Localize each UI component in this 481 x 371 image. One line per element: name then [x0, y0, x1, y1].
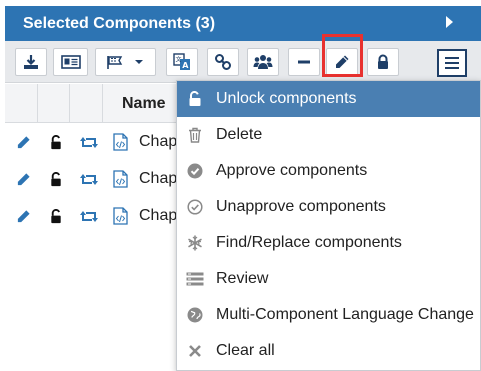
name-column-header[interactable]: Name: [122, 95, 166, 113]
users-button[interactable]: [247, 48, 279, 76]
translate-button[interactable]: A文: [166, 48, 198, 76]
retweet-icon[interactable]: [80, 209, 98, 224]
users-icon: [253, 55, 273, 69]
file-code-icon: [113, 170, 128, 188]
lock-icon: [378, 54, 388, 69]
svg-text:A: A: [182, 61, 189, 70]
check-circle-outline-icon: [186, 198, 204, 216]
toolbar: A文: [5, 41, 481, 83]
menu-item-unlock-components[interactable]: Unlock components: [177, 81, 480, 117]
pencil-icon[interactable]: [16, 172, 31, 187]
svg-text:文: 文: [176, 56, 182, 64]
translate-icon: A文: [173, 53, 190, 70]
unlock-icon[interactable]: [49, 172, 63, 187]
id-card-icon: [60, 55, 81, 69]
expand-arrow-icon[interactable]: [446, 16, 453, 28]
menu-icon: [445, 57, 459, 59]
menu-toggle-button[interactable]: [437, 49, 467, 77]
review-icon: [186, 270, 204, 288]
download-icon: [24, 55, 38, 69]
link-icon: [215, 54, 231, 70]
panel-title: Selected Components (3): [23, 15, 216, 32]
file-code-icon: [113, 207, 128, 225]
globe-icon: [186, 306, 204, 324]
menu-item-approve-components[interactable]: Approve components: [177, 153, 480, 189]
retweet-icon[interactable]: [80, 135, 98, 150]
menu-item-clear-all[interactable]: Clear all: [177, 333, 480, 369]
unlock-icon[interactable]: [49, 209, 63, 224]
menu-item-label: Review: [216, 270, 269, 287]
pencil-icon[interactable]: [16, 135, 31, 150]
menu-item-unapprove-components[interactable]: Unapprove components: [177, 189, 480, 225]
flag-dropdown-button[interactable]: [95, 48, 156, 76]
menu-item-label: Approve components: [216, 162, 368, 179]
pencil-icon[interactable]: [16, 209, 31, 224]
close-icon: [186, 342, 204, 360]
minus-icon: [298, 60, 310, 64]
menu-item-label: Multi-Component Language Change: [216, 306, 474, 323]
lock-button[interactable]: [367, 48, 399, 76]
unlock-icon[interactable]: [49, 135, 63, 150]
details-button[interactable]: [53, 48, 88, 76]
retweet-icon[interactable]: [80, 172, 98, 187]
check-circle-icon: [186, 162, 204, 180]
menu-item-delete[interactable]: Delete: [177, 117, 480, 153]
menu-item-find-replace-components[interactable]: Find/Replace components: [177, 225, 480, 261]
menu-item-label: Find/Replace components: [216, 234, 402, 251]
panel-header: Selected Components (3): [5, 6, 481, 41]
menu-item-label: Clear all: [216, 342, 275, 359]
actions-dropdown-menu: Unlock components Delete Approve compone…: [176, 80, 481, 371]
download-button[interactable]: [15, 48, 47, 76]
menu-item-review[interactable]: Review: [177, 261, 480, 297]
remove-button[interactable]: [288, 48, 320, 76]
menu-item-label: Unlock components: [216, 90, 357, 107]
file-code-icon: [113, 133, 128, 151]
flag-dropdown-icon: [106, 56, 143, 69]
snowflake-icon: [186, 234, 204, 252]
menu-item-label: Unapprove components: [216, 198, 386, 215]
link-button[interactable]: [207, 48, 239, 76]
unlock-icon: [186, 90, 204, 108]
menu-item-label: Delete: [216, 126, 263, 143]
trash-icon: [186, 126, 204, 144]
edit-button-highlight: [322, 34, 363, 77]
menu-item-multi-component-language-change[interactable]: Multi-Component Language Change: [177, 297, 480, 333]
